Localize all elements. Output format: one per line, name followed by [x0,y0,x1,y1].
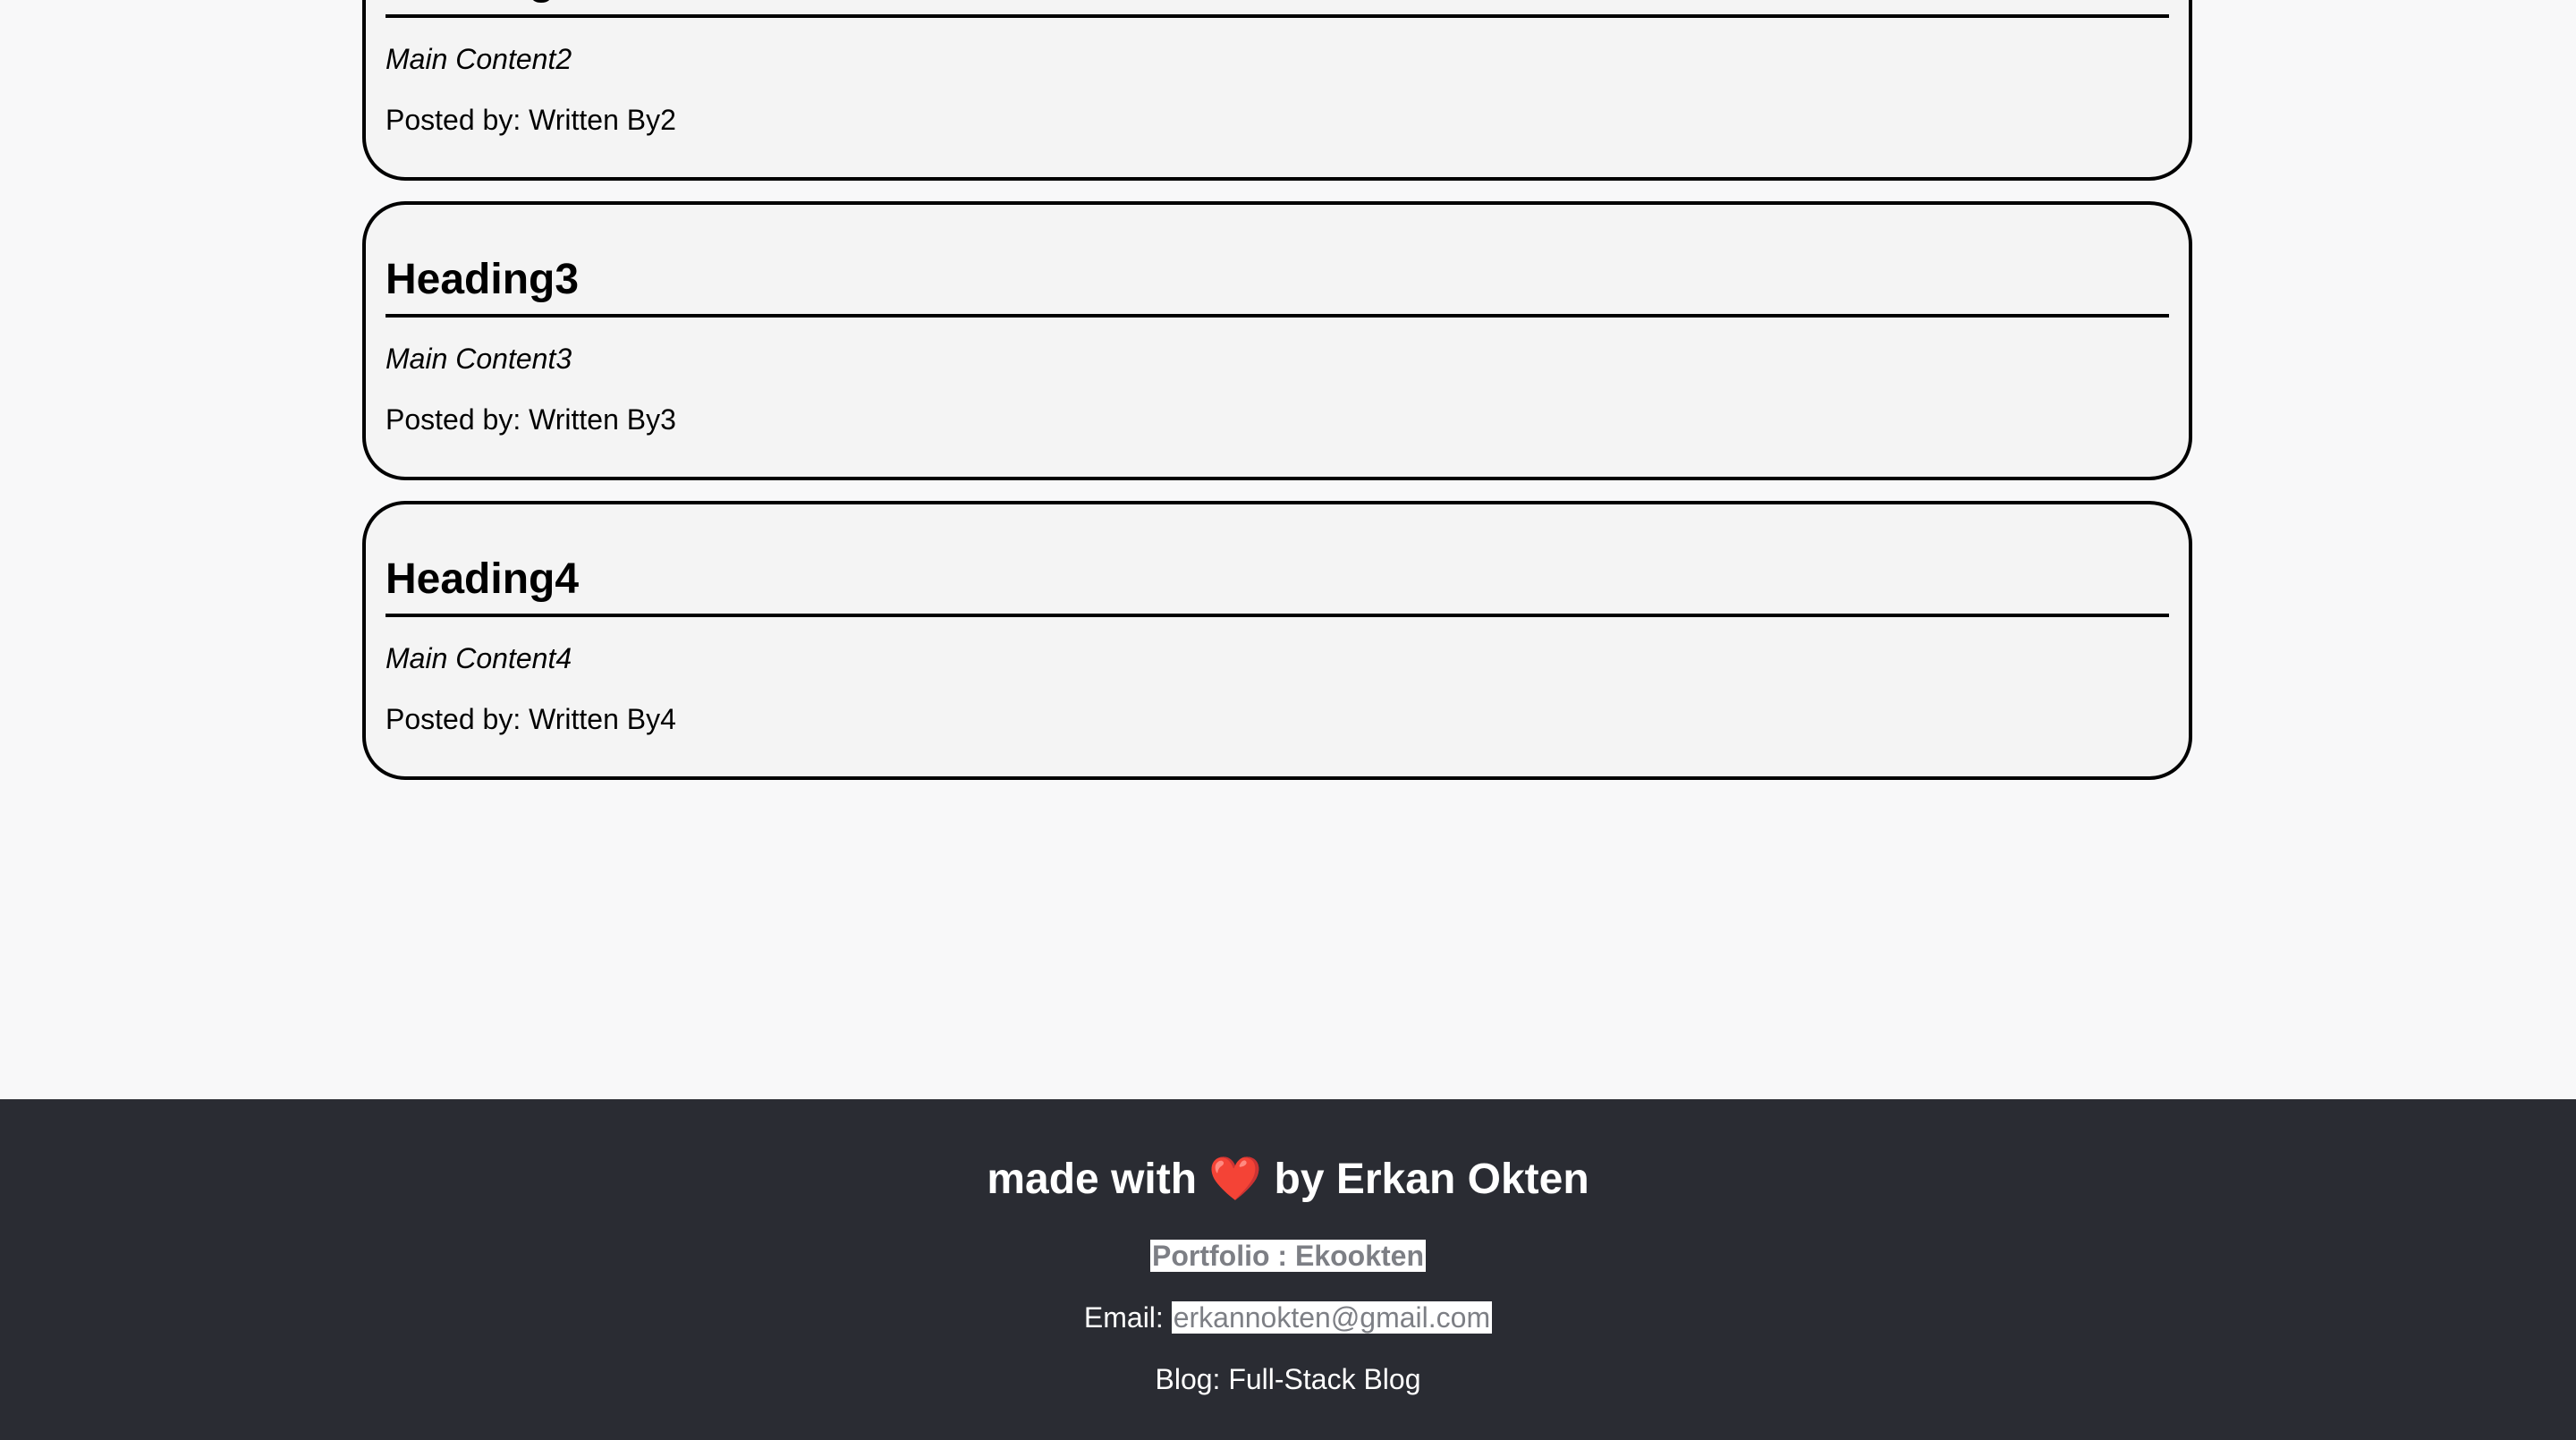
portfolio-link[interactable]: Portfolio : Ekookten [1150,1240,1426,1272]
email-link[interactable]: erkannokten@gmail.com [1171,1301,1493,1334]
post-author-name: Written By3 [529,403,676,436]
post-heading: Heading4 [386,558,2169,617]
post-card: Heading4 Main Content4 Posted by: Writte… [362,501,2192,780]
post-author-label: Posted by: [386,703,530,735]
footer-email: Email: erkannokten@gmail.com [0,1301,2576,1334]
post-author: Posted by: Written By3 [386,403,676,436]
footer-title-suffix: by Erkan Okten [1262,1156,1589,1203]
post-list: Heading2 Main Content2 Posted by: Writte… [362,0,2192,800]
post-heading: Heading2 [386,0,2169,18]
post-content: Main Content2 [386,43,572,75]
post-card: Heading3 Main Content3 Posted by: Writte… [362,201,2192,480]
post-content: Main Content3 [386,343,572,375]
post-author-label: Posted by: [386,104,530,136]
footer-title: made with ❤️ by Erkan Okten [0,1153,2576,1204]
post-author: Posted by: Written By4 [386,703,676,736]
post-author-name: Written By4 [529,703,676,735]
post-author: Posted by: Written By2 [386,104,676,137]
post-content: Main Content4 [386,642,572,674]
post-author-name: Written By2 [529,104,676,136]
footer-portfolio: Portfolio : Ekookten [0,1240,2576,1273]
email-label: Email: [1083,1301,1172,1334]
footer-title-prefix: made with [987,1156,1209,1203]
post-card: Heading2 Main Content2 Posted by: Writte… [362,0,2192,181]
footer-blog: Blog: Full-Stack Blog [1155,1363,1421,1395]
heart-icon: ❤️ [1208,1156,1263,1203]
post-author-label: Posted by: [386,403,530,436]
footer: made with ❤️ by Erkan Okten Portfolio : … [0,1099,2576,1440]
post-heading: Heading3 [386,258,2169,318]
